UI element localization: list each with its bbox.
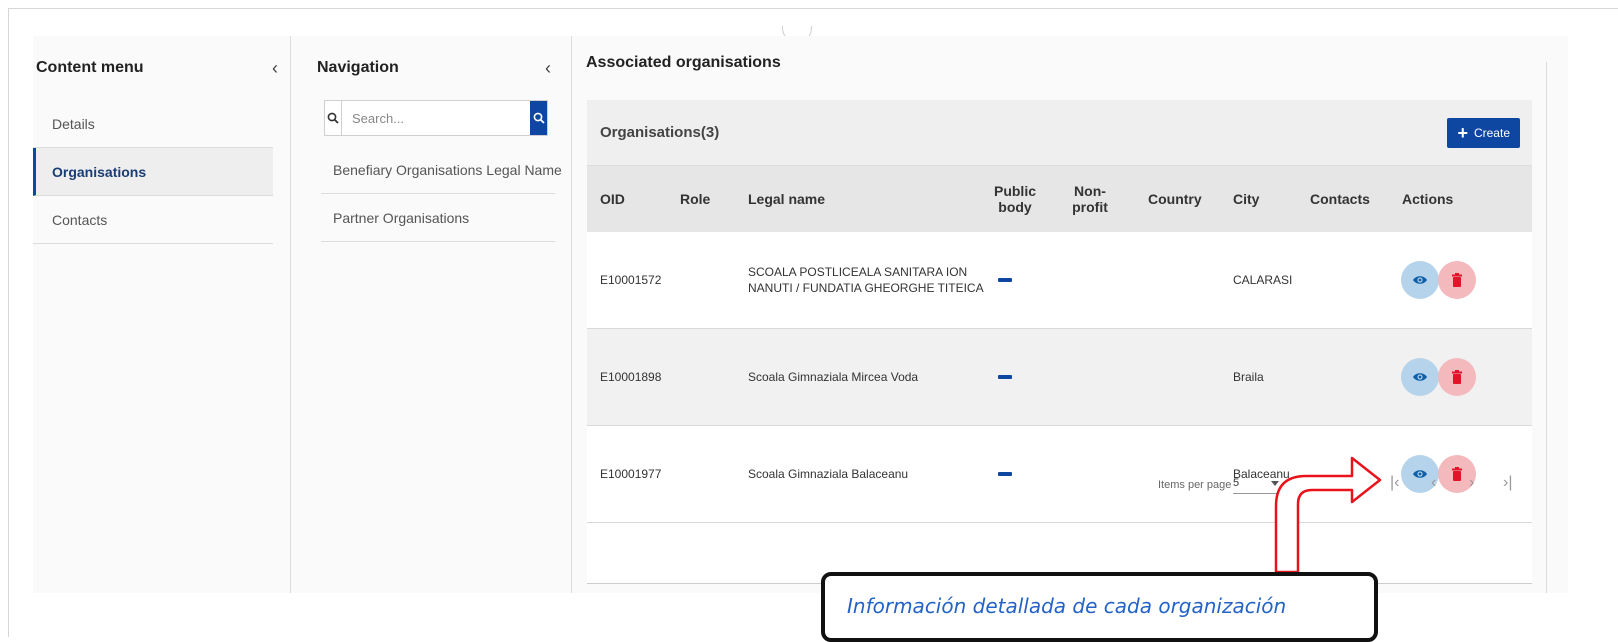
- search-input[interactable]: [342, 101, 530, 135]
- column-header-actions: Actions: [1402, 191, 1454, 207]
- items-per-page-value: 5: [1233, 477, 1240, 489]
- cell-city: CALARASI: [1233, 273, 1293, 287]
- eye-icon: [1413, 276, 1427, 284]
- cell-public-body: [998, 329, 1012, 425]
- column-header-contacts[interactable]: Contacts: [1310, 166, 1370, 232]
- cell-legal-name: SCOALA POSTLICEALA SANITARA ION NANUTI /…: [748, 232, 984, 328]
- table-header: OID Role Legal name Public body Non- pro…: [587, 166, 1532, 232]
- cell-legal-name: Scoala Gimnaziala Mircea Voda: [748, 370, 919, 384]
- cell-oid: E10001898: [600, 370, 662, 384]
- nav-item-beneficiary-organisations[interactable]: Benefiary Organisations Legal Name: [321, 146, 562, 194]
- plus-icon: +: [1457, 122, 1468, 143]
- content-menu-header: Content menu ‹: [33, 36, 290, 100]
- chevron-left-icon[interactable]: ‹: [537, 58, 559, 79]
- chevron-left-icon[interactable]: ‹: [264, 58, 286, 79]
- column-header-public-body-line1: Public: [993, 183, 1036, 199]
- organisations-table-card: Organisations(3) + Create OID Role Legal…: [587, 100, 1532, 584]
- trash-icon: [1452, 273, 1462, 287]
- navigation-search: [324, 100, 548, 136]
- column-header-public-body-line2: body: [998, 199, 1032, 215]
- table-row: E10001572 SCOALA POSTLICEALA SANITARA IO…: [587, 232, 1532, 329]
- navigation-panel: Navigation ‹ Benefiary Organisations Leg…: [291, 36, 572, 593]
- page-title: Associated organisations: [586, 54, 781, 71]
- column-header-city[interactable]: City: [1233, 166, 1259, 232]
- app-container: Content menu ‹ Details Organisations Con…: [33, 36, 1568, 593]
- navigation-header: Navigation ‹: [291, 36, 571, 100]
- cell-city: Braila: [1233, 370, 1264, 384]
- search-button[interactable]: [530, 101, 547, 135]
- navigation-title: Navigation: [317, 59, 399, 76]
- column-header-country[interactable]: Country: [1148, 166, 1202, 232]
- eye-icon: [1413, 373, 1427, 381]
- column-header-non-profit[interactable]: Non- profit: [1065, 166, 1115, 232]
- content-menu-item-contacts[interactable]: Contacts: [33, 196, 273, 244]
- legal-name-line1: SCOALA POSTLICEALA SANITARA ION: [748, 265, 968, 279]
- content-menu-title: Content menu: [36, 59, 144, 76]
- nav-item-partner-organisations[interactable]: Partner Organisations: [321, 194, 555, 242]
- column-header-legal-name[interactable]: Legal name: [748, 166, 825, 232]
- last-page-icon[interactable]: ›|: [1503, 474, 1512, 492]
- cell-oid: E10001572: [600, 273, 662, 287]
- callout-text: Información detallada de cada organizaci…: [847, 594, 1287, 618]
- next-page-icon[interactable]: ›: [1469, 474, 1474, 492]
- table-paginator: Items per page 5 1 - 3 of 3 |‹ ‹ › ›|: [587, 457, 1532, 517]
- cell-public-body: [998, 232, 1012, 328]
- previous-page-icon[interactable]: ‹: [1431, 474, 1436, 492]
- content-menu-panel: Content menu ‹ Details Organisations Con…: [33, 36, 291, 593]
- items-per-page-label: Items per page: [1158, 479, 1232, 491]
- main-panel: Associated organisations Organisations(3…: [572, 36, 1547, 593]
- column-header-oid[interactable]: OID: [600, 166, 625, 232]
- delete-button[interactable]: [1438, 261, 1476, 299]
- dash-icon: [998, 375, 1012, 379]
- column-header-non-profit-line2: profit: [1072, 199, 1108, 215]
- table-card-header: Organisations(3) + Create: [587, 100, 1532, 166]
- table-row: E10001898 Scoala Gimnaziala Mircea Voda …: [587, 329, 1532, 426]
- create-button[interactable]: + Create: [1447, 117, 1520, 148]
- caret-down-icon: [1271, 481, 1279, 486]
- dash-icon: [998, 278, 1012, 282]
- content-menu-item-organisations[interactable]: Organisations: [33, 148, 273, 196]
- right-divider: [1546, 62, 1547, 593]
- trash-icon: [1452, 370, 1462, 384]
- items-per-page-select[interactable]: 5: [1233, 477, 1283, 494]
- column-header-non-profit-line1: Non-: [1074, 183, 1106, 199]
- annotation-callout: Información detallada de cada organizaci…: [821, 572, 1378, 642]
- legal-name-line2: NANUTI / FUNDATIA GHEORGHE TITEICA: [748, 281, 984, 295]
- delete-button[interactable]: [1438, 358, 1476, 396]
- first-page-icon[interactable]: |‹: [1390, 474, 1399, 492]
- search-icon: [325, 101, 342, 135]
- column-header-role[interactable]: Role: [680, 166, 710, 232]
- table-title: Organisations(3): [600, 124, 720, 141]
- search-icon: [533, 112, 545, 124]
- column-header-public-body[interactable]: Public body: [987, 166, 1043, 232]
- page-range: 1 - 3 of 3: [1317, 479, 1361, 491]
- view-button[interactable]: [1401, 358, 1439, 396]
- create-button-label: Create: [1473, 125, 1510, 140]
- view-button[interactable]: [1401, 261, 1439, 299]
- content-menu-item-details[interactable]: Details: [33, 100, 273, 148]
